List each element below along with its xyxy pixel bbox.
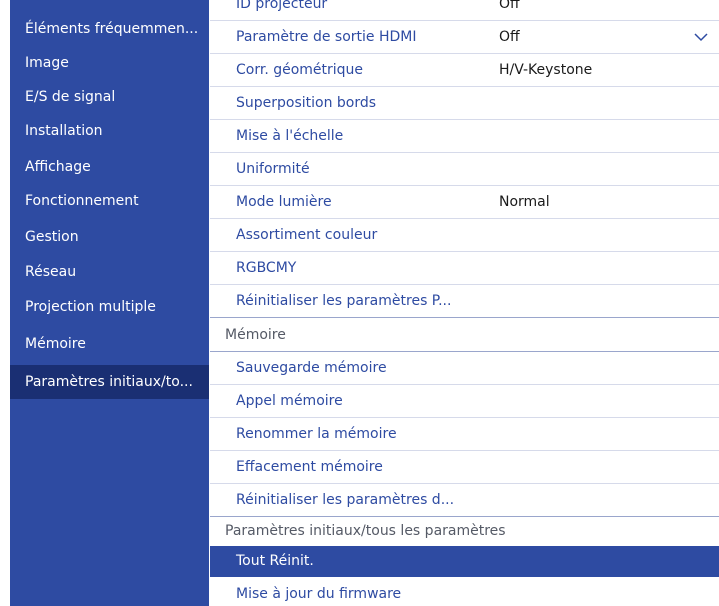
list-item-uniformity[interactable]: Uniformité (210, 153, 719, 186)
item-label: Tout Réinit. (236, 553, 314, 569)
sidebar-item-initial-settings[interactable]: Paramètres initiaux/to... (10, 365, 209, 399)
settings-list: ID projecteur Off Paramètre de sortie HD… (210, 0, 719, 606)
list-item-reset-settings-p[interactable]: Réinitialiser les paramètres P... (210, 285, 719, 318)
list-item-memory-save[interactable]: Sauvegarde mémoire (210, 352, 719, 385)
item-label: Uniformité (236, 161, 310, 177)
sidebar-item-frequent[interactable]: Éléments fréquemmen... (10, 12, 209, 46)
list-item-edge-blending[interactable]: Superposition bords (210, 87, 719, 120)
chevron-down-icon[interactable] (693, 29, 709, 45)
item-label: Effacement mémoire (236, 459, 383, 475)
item-value: Off (499, 29, 520, 45)
item-value: H/V-Keystone (499, 62, 593, 78)
sidebar-item-installation[interactable]: Installation (10, 114, 209, 148)
item-label: Mode lumière (236, 194, 332, 210)
list-item-reset-all[interactable]: Tout Réinit. (210, 546, 719, 577)
list-item-hdmi-output[interactable]: Paramètre de sortie HDMI Off (210, 21, 719, 54)
list-item-scaling[interactable]: Mise à l'échelle (210, 120, 719, 153)
list-item-color-matching[interactable]: Assortiment couleur (210, 219, 719, 252)
sidebar-menu: Éléments fréquemmen... Image E/S de sign… (10, 0, 209, 606)
item-label: Appel mémoire (236, 393, 343, 409)
item-label: Renommer la mémoire (236, 426, 397, 442)
list-item-memory-rename[interactable]: Renommer la mémoire (210, 418, 719, 451)
item-label: Assortiment couleur (236, 227, 378, 243)
section-title: Paramètres initiaux/tous les paramètres (225, 523, 506, 539)
sidebar-item-signal-io[interactable]: E/S de signal (10, 80, 209, 114)
list-item-memory-erase[interactable]: Effacement mémoire (210, 451, 719, 484)
item-label: Superposition bords (236, 95, 377, 111)
sidebar-item-multi-projection[interactable]: Projection multiple (10, 290, 209, 324)
list-item-firmware-update[interactable]: Mise à jour du firmware (210, 578, 719, 606)
list-item-projector-id[interactable]: ID projecteur Off (210, 0, 719, 21)
projector-menu-window: Éléments fréquemmen... Image E/S de sign… (0, 0, 719, 606)
list-item-rgbcmy[interactable]: RGBCMY (210, 252, 719, 285)
item-value: Normal (499, 194, 550, 210)
sidebar-item-image[interactable]: Image (10, 46, 209, 80)
item-label: Paramètre de sortie HDMI (236, 29, 417, 45)
list-item-reset-settings-d[interactable]: Réinitialiser les paramètres d... (210, 484, 719, 517)
sidebar-item-display[interactable]: Affichage (10, 150, 209, 184)
sidebar-item-management[interactable]: Gestion (10, 220, 209, 254)
list-item-geometry-correction[interactable]: Corr. géométrique H/V-Keystone (210, 54, 719, 87)
item-label: Mise à jour du firmware (236, 586, 402, 602)
list-item-light-mode[interactable]: Mode lumière Normal (210, 186, 719, 219)
sidebar-item-memory[interactable]: Mémoire (10, 327, 209, 361)
sidebar-item-operation[interactable]: Fonctionnement (10, 184, 209, 218)
section-title: Mémoire (225, 327, 286, 343)
item-label: Mise à l'échelle (236, 128, 344, 144)
section-header-initial-settings: Paramètres initiaux/tous les paramètres (210, 517, 719, 546)
sidebar-item-network[interactable]: Réseau (10, 255, 209, 289)
item-label: Réinitialiser les paramètres d... (236, 492, 455, 508)
item-label: Réinitialiser les paramètres P... (236, 293, 452, 309)
item-label: Sauvegarde mémoire (236, 360, 387, 376)
item-label: Corr. géométrique (236, 62, 364, 78)
section-header-memory: Mémoire (210, 318, 719, 352)
item-label: RGBCMY (236, 260, 297, 276)
list-item-memory-recall[interactable]: Appel mémoire (210, 385, 719, 418)
item-value: Off (499, 0, 520, 12)
item-label: ID projecteur (236, 0, 328, 12)
